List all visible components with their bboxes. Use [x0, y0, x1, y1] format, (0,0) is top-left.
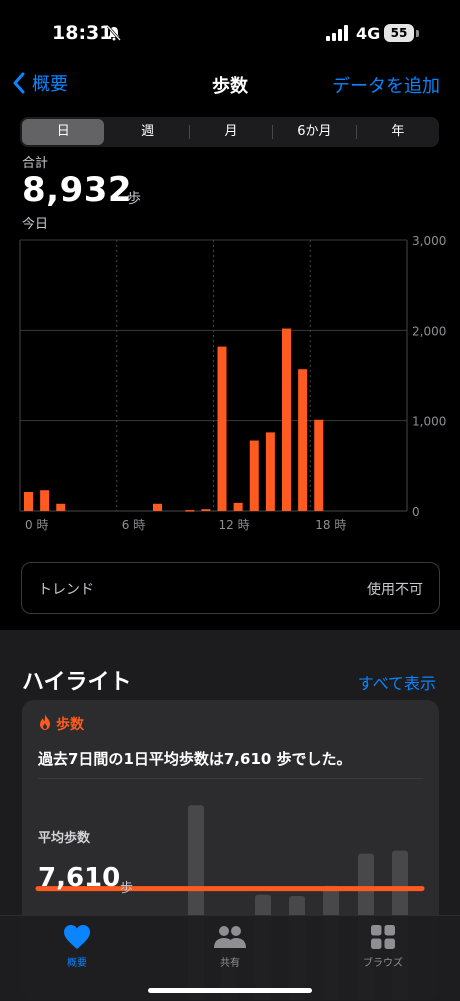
bar-hour-0[interactable]: [24, 492, 33, 511]
battery-icon: 55: [384, 24, 414, 42]
tab-summary-label: 概要: [67, 958, 87, 969]
bar-hour-10[interactable]: [185, 510, 195, 512]
bar-hour-14[interactable]: [249, 440, 259, 511]
flame-icon: [40, 714, 50, 730]
heart-icon: [64, 925, 90, 949]
segment-year[interactable]: 年: [357, 119, 439, 145]
highlights-title: ハイライト: [22, 670, 132, 695]
y-tick-label: 3,000: [412, 234, 446, 248]
segment-6months[interactable]: 6か月: [273, 119, 355, 145]
trend-row[interactable]: トレンド 使用不可: [21, 562, 440, 614]
bar-hour-18[interactable]: [314, 419, 324, 511]
segment-day[interactable]: 日: [22, 119, 105, 145]
bar-hour-12[interactable]: [217, 346, 227, 511]
average-value: 7,610: [38, 863, 121, 893]
segment-week[interactable]: 週: [106, 119, 188, 145]
y-tick-label: 1,000: [412, 415, 446, 429]
tab-browse-label: ブラウズ: [363, 958, 403, 969]
bar-hour-16[interactable]: [282, 328, 291, 511]
tab-browse[interactable]: ブラウズ: [333, 924, 433, 969]
period-segmented-control: 日 週 月 6か月 年: [20, 117, 439, 147]
average-unit: 歩: [120, 881, 134, 896]
bar-hour-15[interactable]: [265, 432, 275, 511]
total-label: 合計: [22, 156, 49, 171]
bar-hour-8[interactable]: [153, 503, 162, 511]
segment-month[interactable]: 月: [190, 119, 272, 145]
bar-hour-2[interactable]: [56, 503, 66, 511]
x-tick-label: 18 時: [315, 518, 346, 532]
total-steps-unit: 歩: [127, 191, 141, 207]
highlight-text: 過去7日間の1日平均歩数は7,610 歩でした。: [38, 750, 352, 768]
bar-hour-13[interactable]: [233, 502, 243, 511]
signal-icon: [326, 25, 348, 41]
x-tick-label: 0 時: [25, 518, 48, 532]
add-data-button[interactable]: データを追加: [332, 72, 440, 98]
silent-bell-icon: [107, 25, 121, 41]
highlight-category: 歩数: [56, 717, 84, 733]
bar-hour-17[interactable]: [298, 369, 308, 511]
total-steps-value: 8,932: [22, 170, 133, 210]
tab-sharing-label: 共有: [220, 958, 240, 969]
status-time: 18:31: [52, 22, 113, 44]
divider: [38, 778, 423, 779]
hourly-steps-chart[interactable]: 3,000 2,000 1,000 0 0 時 6 時 12 時 18 時: [0, 230, 460, 535]
show-all-button[interactable]: すべて表示: [358, 670, 436, 694]
x-tick-label: 6 時: [122, 518, 145, 532]
tab-summary[interactable]: 概要: [27, 924, 127, 969]
bar-hour-11[interactable]: [201, 509, 211, 511]
network-label: 4G: [356, 24, 381, 43]
bar-hour-1[interactable]: [40, 490, 50, 511]
grid-icon: [371, 925, 395, 949]
battery-tip: [416, 30, 419, 37]
tab-sharing[interactable]: 共有: [180, 924, 280, 969]
trend-label: トレンド: [38, 582, 94, 598]
trend-value: 使用不可: [367, 582, 423, 598]
y-tick-label: 2,000: [412, 324, 446, 338]
y-tick-label: 0: [412, 505, 420, 519]
home-indicator: [148, 988, 312, 993]
average-label: 平均歩数: [38, 831, 91, 846]
people-icon: [214, 926, 246, 948]
x-tick-label: 12 時: [219, 518, 250, 532]
